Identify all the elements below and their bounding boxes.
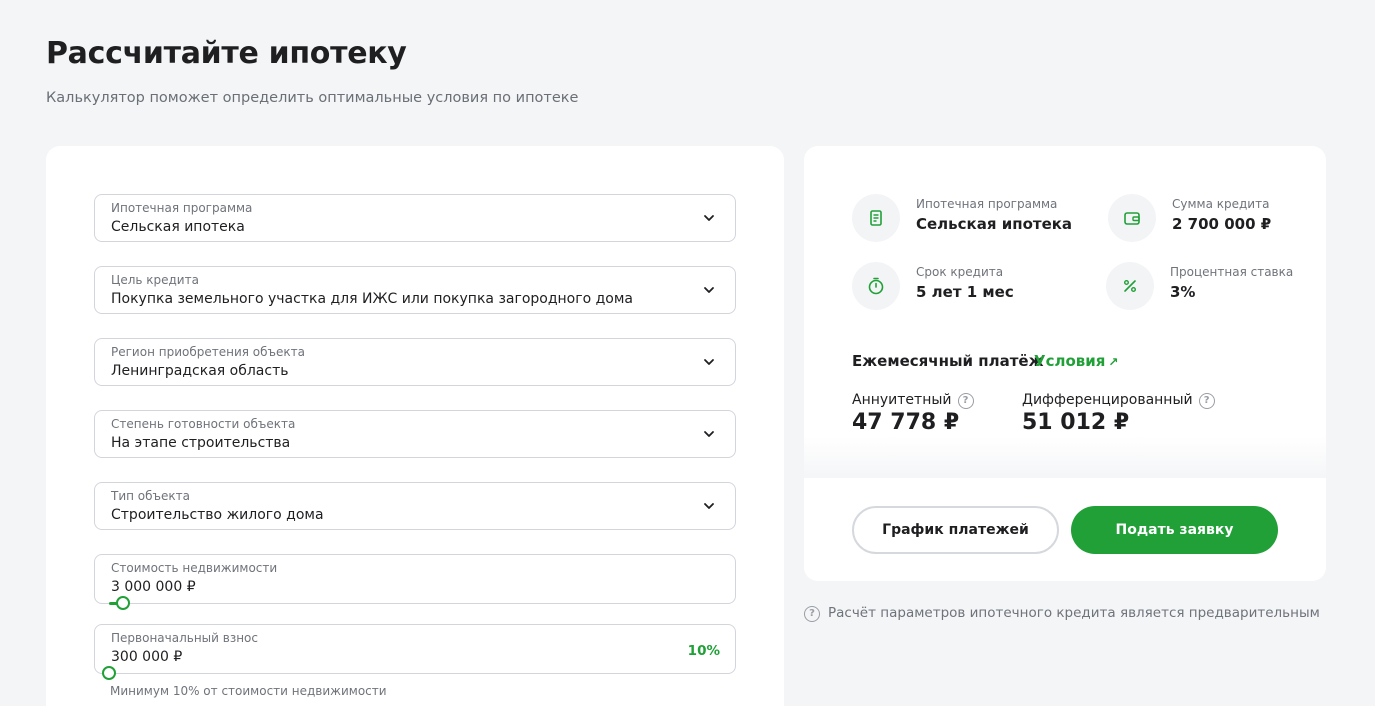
readiness-select[interactable]: Степень готовности объекта На этапе стро… bbox=[94, 410, 736, 458]
result-program-value: Сельская ипотека bbox=[916, 215, 1073, 233]
object-type-select-label: Тип объекта bbox=[111, 489, 190, 503]
differentiated-payment-label-text: Дифференцированный bbox=[1022, 392, 1193, 408]
readiness-select-value: На этапе строительства bbox=[111, 435, 291, 451]
program-select[interactable]: Ипотечная программа Сельская ипотека bbox=[94, 194, 736, 242]
region-select-label: Регион приобретения объекта bbox=[111, 345, 305, 359]
down-payment-hint: Минимум 10% от стоимости недвижимости bbox=[110, 684, 387, 698]
chevron-down-icon bbox=[704, 215, 714, 221]
result-rate-value: 3% bbox=[1170, 283, 1196, 301]
property-cost-slider[interactable] bbox=[109, 596, 721, 610]
chevron-down-icon bbox=[704, 431, 714, 437]
down-payment-slider-thumb[interactable] bbox=[102, 666, 116, 680]
document-icon bbox=[852, 194, 900, 242]
calculator-form-card: Ипотечная программа Сельская ипотека Цел… bbox=[46, 146, 784, 706]
down-payment-percent: 10% bbox=[687, 643, 720, 659]
down-payment-slider[interactable] bbox=[102, 666, 721, 680]
result-card: Ипотечная программа Сельская ипотека Сум… bbox=[804, 146, 1326, 581]
down-payment-field[interactable]: Первоначальный взнос 300 000 ₽ 10% bbox=[94, 624, 736, 680]
readiness-select-label: Степень готовности объекта bbox=[111, 417, 296, 431]
disclaimer: ? Расчёт параметров ипотечного кредита яв… bbox=[804, 605, 1320, 622]
purpose-select-label: Цель кредита bbox=[111, 273, 199, 287]
result-loan-amount-value: 2 700 000 ₽ bbox=[1172, 215, 1272, 233]
result-program-label: Ипотечная программа bbox=[916, 197, 1058, 211]
property-cost-label: Стоимость недвижимости bbox=[111, 561, 278, 575]
result-term-value: 5 лет 1 мес bbox=[916, 283, 1014, 301]
payment-schedule-button[interactable]: График платежей bbox=[852, 506, 1059, 554]
region-select-value: Ленинградская область bbox=[111, 363, 289, 379]
apply-button[interactable]: Подать заявку bbox=[1071, 506, 1278, 554]
annuity-payment-label-text: Аннуитетный bbox=[852, 392, 952, 408]
page-title: Рассчитайте ипотеку bbox=[46, 36, 407, 71]
property-cost-slider-thumb[interactable] bbox=[116, 596, 131, 610]
differentiated-payment-label: Дифференцированный? bbox=[1022, 392, 1215, 409]
chevron-down-icon bbox=[704, 503, 714, 509]
wallet-icon bbox=[1108, 194, 1156, 242]
object-type-select-value: Строительство жилого дома bbox=[111, 507, 324, 523]
arrow-up-right-icon: ↗ bbox=[1108, 355, 1119, 369]
question-icon: ? bbox=[804, 606, 820, 622]
conditions-link[interactable]: Условия ↗ bbox=[1034, 352, 1118, 370]
question-icon[interactable]: ? bbox=[957, 393, 974, 409]
object-type-select[interactable]: Тип объекта Строительство жилого дома bbox=[94, 482, 736, 530]
page-subtitle: Калькулятор поможет определить оптимальн… bbox=[46, 90, 579, 106]
result-term-label: Срок кредита bbox=[916, 265, 1004, 279]
result-rate-label: Процентная ставка bbox=[1170, 265, 1294, 279]
monthly-payment-title: Ежемесячный платёж bbox=[852, 352, 1044, 370]
mortgage-calculator-page: Рассчитайте ипотеку Калькулятор поможет … bbox=[0, 0, 1375, 706]
conditions-link-label: Условия bbox=[1034, 352, 1106, 370]
property-cost-field[interactable]: Стоимость недвижимости 3 000 000 ₽ bbox=[94, 554, 736, 610]
property-cost-input[interactable]: 3 000 000 ₽ bbox=[111, 579, 196, 595]
down-payment-input[interactable]: 300 000 ₽ bbox=[111, 649, 182, 665]
question-icon[interactable]: ? bbox=[1198, 393, 1215, 409]
annuity-payment-label: Аннуитетный? bbox=[852, 392, 974, 409]
annuity-payment-value: 47 778 ₽ bbox=[852, 410, 960, 435]
differentiated-payment-value: 51 012 ₽ bbox=[1022, 410, 1130, 435]
chevron-down-icon bbox=[704, 287, 714, 293]
stopwatch-icon bbox=[852, 262, 900, 310]
disclaimer-text: Расчёт параметров ипотечного кредита явл… bbox=[828, 605, 1320, 621]
program-select-value: Сельская ипотека bbox=[111, 219, 245, 235]
down-payment-label: Первоначальный взнос bbox=[111, 631, 258, 645]
chevron-down-icon bbox=[704, 359, 714, 365]
percent-icon bbox=[1106, 262, 1154, 310]
result-loan-amount-label: Сумма кредита bbox=[1172, 197, 1270, 211]
purpose-select[interactable]: Цель кредита Покупка земельного участка … bbox=[94, 266, 736, 314]
purpose-select-value: Покупка земельного участка для ИЖС или п… bbox=[111, 291, 633, 307]
section-divider-shadow bbox=[804, 436, 1326, 478]
region-select[interactable]: Регион приобретения объекта Ленинградска… bbox=[94, 338, 736, 386]
program-select-label: Ипотечная программа bbox=[111, 201, 253, 215]
